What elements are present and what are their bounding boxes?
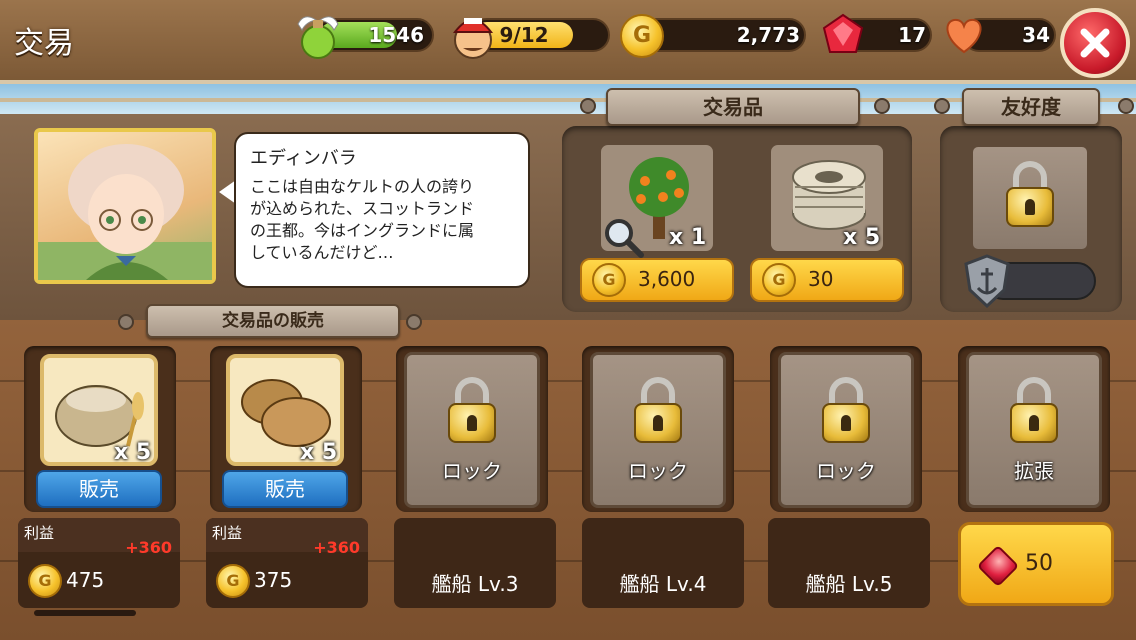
- keyhole: [841, 415, 851, 431]
- bolt-icon: [1118, 98, 1134, 114]
- scroll-indicator: [34, 610, 136, 616]
- padlock-icon: [822, 403, 870, 443]
- ruby-icon: [820, 12, 866, 58]
- trade-good-orange-tree[interactable]: x 1: [598, 142, 716, 258]
- locked-label: ロック: [816, 459, 876, 483]
- keyhole: [467, 415, 477, 431]
- speech-bubble: エディンバラ ここは自由なケルトの人の誇り が込められた、スコットランド の王都…: [234, 132, 530, 288]
- friendship-header: 友好度: [962, 88, 1100, 126]
- trade-goods-header: 交易品: [606, 88, 860, 126]
- bolt-icon: [118, 314, 134, 330]
- character-portrait: [34, 128, 216, 284]
- expand-price: 50: [1025, 551, 1053, 576]
- profit-label: 利益: [212, 524, 243, 542]
- gold-value: 2,773: [736, 23, 800, 47]
- ruby-icon: [976, 544, 1020, 588]
- expand-label: 拡張: [1014, 459, 1054, 483]
- heart-icon: [942, 14, 986, 56]
- trade-good-qty: x 5: [843, 225, 881, 250]
- gold-coin-icon: G: [592, 263, 626, 297]
- sale-info-3: 艦船 Lv.3: [394, 518, 556, 608]
- bolt-icon: [406, 314, 422, 330]
- trade-good-price-button[interactable]: G 3,600: [580, 258, 734, 302]
- bolt-icon: [934, 98, 950, 114]
- padlock-icon: [448, 403, 496, 443]
- locked-slot: ロック: [590, 352, 726, 508]
- gold-coin-icon: G: [216, 564, 250, 598]
- keyhole: [1025, 199, 1035, 215]
- close-x-icon: [1080, 28, 1110, 58]
- ship-level-requirement: 艦船 Lv.4: [619, 572, 707, 596]
- sell-button[interactable]: 販売: [222, 470, 348, 508]
- profit-value: +360: [125, 538, 172, 557]
- anchor-shield-icon: [962, 254, 1012, 309]
- income-value: 475: [66, 568, 105, 592]
- ship-level-requirement: 艦船 Lv.3: [431, 572, 519, 596]
- sale-info-5: 艦船 Lv.5: [768, 518, 930, 608]
- sell-button[interactable]: 販売: [36, 470, 162, 508]
- sale-item-potatoes[interactable]: x 5: [226, 354, 344, 466]
- padlock-icon: [1006, 187, 1054, 227]
- sales-header: 交易品の販売: [146, 304, 400, 338]
- sale-info-2: 利益 +360 G 375: [206, 518, 368, 608]
- profit-label: 利益: [24, 524, 55, 542]
- trade-good-rope[interactable]: x 5: [768, 142, 886, 254]
- trade-good-price: 30: [808, 267, 834, 291]
- gold-coin-icon: G: [28, 564, 62, 598]
- sale-item-qty: x 5: [300, 440, 338, 465]
- bolt-icon: [874, 98, 890, 114]
- locked-label: ロック: [442, 459, 502, 483]
- keyhole: [653, 415, 663, 431]
- gold-coin-icon: G: [762, 263, 796, 297]
- profit-value: +360: [313, 538, 360, 557]
- screen-title: 交易: [14, 26, 74, 61]
- city-name: エディンバラ: [250, 148, 357, 169]
- expand-slot[interactable]: 拡張: [966, 352, 1102, 508]
- close-button[interactable]: [1060, 8, 1130, 78]
- income-value: 375: [254, 568, 293, 592]
- trade-good-price-button[interactable]: G 30: [750, 258, 904, 302]
- sale-item-grain[interactable]: x 5: [40, 354, 158, 466]
- sale-info-1: 利益 +360 G 475: [18, 518, 180, 608]
- padlock-icon: [1010, 403, 1058, 443]
- magnifier-icon[interactable]: [603, 217, 645, 259]
- sailor-icon: [446, 8, 500, 62]
- gold-coin-icon: G: [620, 14, 664, 58]
- expand-price-button[interactable]: 50: [958, 522, 1114, 606]
- winged-potion-icon: [294, 8, 342, 62]
- locked-slot: ロック: [404, 352, 540, 508]
- locked-slot: ロック: [778, 352, 914, 508]
- trade-good-price: 3,600: [638, 267, 696, 291]
- gold-bar: 2,773: [640, 18, 806, 52]
- sale-item-qty: x 5: [114, 440, 152, 465]
- bolt-icon: [580, 98, 596, 114]
- city-description: ここは自由なケルトの人の誇り が込められた、スコットランド の王都。今はイングラ…: [250, 177, 475, 262]
- ship-level-requirement: 艦船 Lv.5: [805, 572, 893, 596]
- padlock-icon: [634, 403, 682, 443]
- locked-label: ロック: [628, 459, 688, 483]
- friendship-lock: [970, 144, 1090, 252]
- trade-good-qty: x 1: [669, 225, 707, 250]
- sale-info-4: 艦船 Lv.4: [582, 518, 744, 608]
- keyhole: [1029, 415, 1039, 431]
